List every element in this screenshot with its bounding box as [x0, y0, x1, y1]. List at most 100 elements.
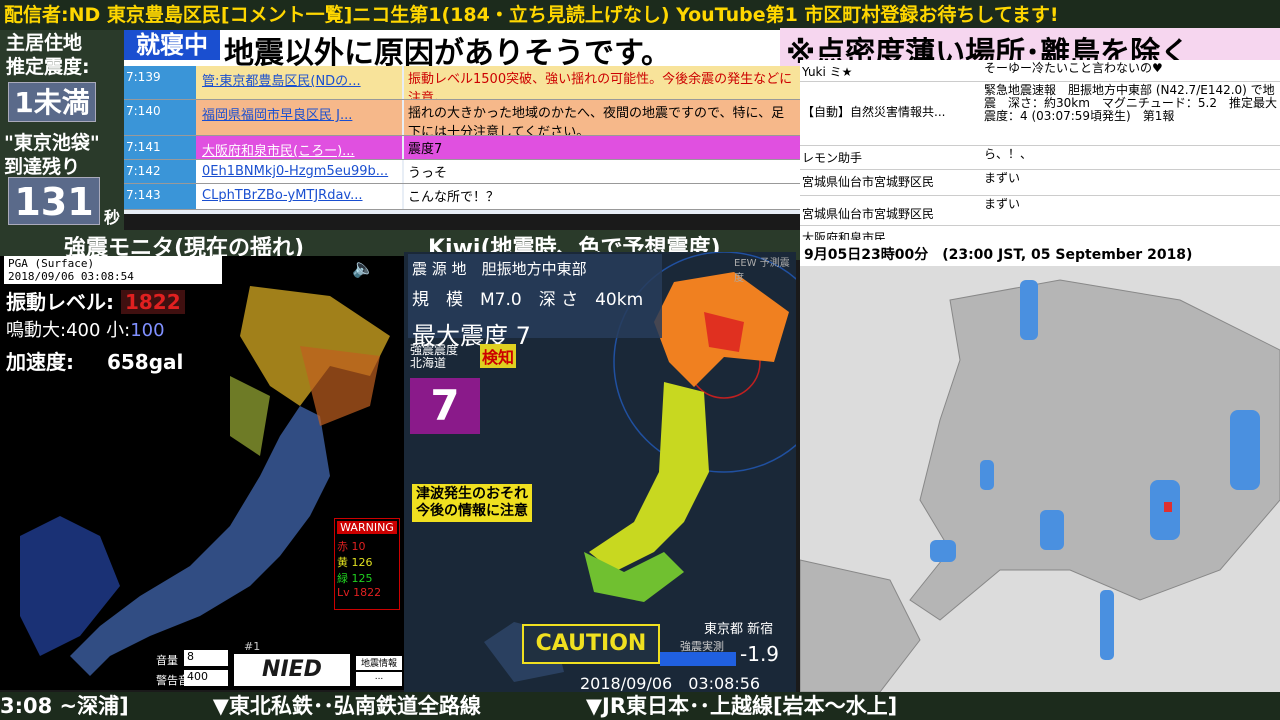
- accel-value: 658gal: [106, 350, 184, 374]
- pga-header: PGA (Surface) 2018/09/06 03:08:54: [4, 256, 222, 284]
- list-item[interactable]: 大阪府和泉市民: [800, 226, 1280, 240]
- measured-bar: [660, 652, 736, 666]
- list-item[interactable]: レモン助手 ら、！、: [800, 146, 1280, 170]
- list-item-text: 緊急地震速報 胆振地方中東部 (N42.7/E142.0) で地震 深さ：約30…: [984, 83, 1277, 123]
- kyoshin-monitor: PGA (Surface) 2018/09/06 03:08:54 🔈 振動レベ…: [0, 256, 404, 690]
- sound-label: 鳴動大:400 小:: [6, 320, 131, 341]
- comment-text: うっそ: [404, 160, 800, 183]
- epicenter-label: 震 源 地: [412, 260, 467, 278]
- kiwi-map: 震 源 地 胆振地方中東部 規 模 M7.0 深 さ 40km 最大震度 7 E…: [404, 252, 796, 692]
- radar-map: [800, 240, 1280, 692]
- list-item-user: 宮城県仙台市宮城野区民: [802, 207, 935, 221]
- magnitude-value: M7.0: [480, 290, 522, 310]
- volume-label: 音量: [156, 654, 178, 667]
- comment-user[interactable]: 0Eh1BNMkj0-Hzgm5eu99b...: [196, 160, 402, 183]
- list-item[interactable]: Yuki ミ★ そーゆー冷たいこと言わないの♥: [800, 60, 1280, 82]
- tsunami-line1: 津波発生のおそれ: [416, 486, 528, 502]
- nied-logo: NIED: [234, 654, 350, 686]
- level-value: 1822: [120, 290, 185, 314]
- comment-text: 震度7: [404, 136, 800, 159]
- list-item[interactable]: 【自動】自然災害情報共... 緊急地震速報 胆振地方中東部 (N42.7/E14…: [800, 82, 1280, 146]
- epicenter-row: 震 源 地 胆振地方中東部: [412, 258, 658, 279]
- speaker-icon[interactable]: 🔈: [352, 258, 374, 279]
- tsunami-line2: 今後の情報に注意: [416, 503, 528, 519]
- list-item-text: まずい: [984, 197, 1021, 211]
- seconds-unit: 秒: [104, 208, 121, 227]
- list-item[interactable]: 宮城県仙台市宮城野区民 まずい: [800, 170, 1280, 196]
- lv-count: Lv 1822: [337, 586, 382, 599]
- kiwi-datetime: 2018/09/06 03:08:56: [580, 674, 761, 692]
- comment-time: 7:142: [124, 160, 196, 183]
- warning-label: WARNING: [337, 521, 397, 534]
- comment-text: 揺れの大きかった地域のかたへ、夜間の地震ですので、特に、足下には十分注意してくだ…: [404, 100, 800, 135]
- right-comment-panel[interactable]: Yuki ミ★ そーゆー冷たいこと言わないの♥ 【自動】自然災害情報共... 緊…: [800, 60, 1280, 240]
- magnitude-row: 規 模 M7.0 深 さ 40km: [412, 285, 658, 310]
- eew-label: EEW 予測震度: [734, 258, 790, 284]
- pref-label: 強震震度 北海道: [410, 343, 459, 370]
- accel-label: 加速度:: [6, 350, 74, 374]
- location-label: "東京池袋": [4, 132, 100, 154]
- sleep-status: 就寝中: [124, 30, 220, 60]
- comment-time: 7:139: [124, 66, 196, 99]
- measured-value: -1.9: [740, 642, 780, 666]
- intensity-box: 1未満: [8, 82, 96, 122]
- level-row: 振動レベル: 1822: [6, 286, 185, 315]
- earthquake-info-button[interactable]: 地震情報: [356, 656, 402, 670]
- arrival-label: 到達残り: [4, 156, 81, 178]
- comment-row[interactable]: 7:140 福岡県福岡市早良区民 J... 揺れの大きかった地域のかたへ、夜間の…: [124, 100, 800, 136]
- warning-box: WARNING 赤 10 黄 126 緑 125 Lv 1822: [334, 518, 400, 610]
- volume-select[interactable]: 8: [184, 650, 228, 666]
- detect-badge: 検知: [480, 344, 517, 368]
- list-item-user: 【自動】自然災害情報共...: [802, 105, 946, 119]
- comment-row[interactable]: 7:141 大阪府和泉市民(ころー)... 震度7: [124, 136, 800, 160]
- comment-row[interactable]: 7:142 0Eh1BNMkj0-Hzgm5eu99b... うっそ: [124, 160, 800, 184]
- comment-time: 7:141: [124, 136, 196, 159]
- top-ticker: 配信者:ND 東京豊島区民[コメント一覧]ニコ生第1(184・立ち見読上げなし)…: [0, 0, 1280, 30]
- sound-row: 鳴動大:400 小:100: [6, 316, 165, 342]
- list-item[interactable]: 宮城県仙台市宮城野区民 まずい: [800, 196, 1280, 226]
- depth-value: 40km: [595, 290, 644, 310]
- comment-text: 振動レベル1500突破、強い揺れの可能性。今後余震の発生などに注意。: [404, 66, 800, 99]
- bottom-ticker: 3:08 ~深浦] ▼東北私鉄･･弘南鉄道全路線 ▼JR東日本･･上越線[岩本～…: [0, 692, 1280, 720]
- accel-row: 加速度: 658gal: [6, 346, 183, 375]
- level-label: 振動レベル:: [6, 290, 114, 314]
- caution-badge: CAUTION: [522, 624, 660, 664]
- list-item-user: レモン助手: [802, 151, 863, 165]
- list-item-text: まずい: [984, 171, 1021, 185]
- red-count: 赤 10: [337, 540, 366, 553]
- magnitude-label: 規 模: [412, 290, 463, 310]
- comment-list[interactable]: 7:139 管:東京都豊島区民(NDの... 振動レベル1500突破、強い揺れの…: [124, 66, 800, 214]
- estimated-intensity-label: 推定震度:: [6, 56, 90, 78]
- alert-select[interactable]: 400: [184, 670, 228, 686]
- list-item-user: Yuki ミ★: [802, 65, 853, 79]
- comment-time: 7:140: [124, 100, 196, 135]
- place-label: 東京都 新宿: [704, 622, 774, 637]
- countdown-box: 131: [8, 177, 100, 225]
- comment-user[interactable]: 管:東京都豊島区民(NDの...: [196, 66, 402, 99]
- hokkaido-radar-map: [800, 279, 1280, 692]
- monitor-datetime: 2018/09/06 03:08:54: [8, 270, 134, 283]
- comment-text: こんな所で！？: [404, 184, 800, 209]
- radar-header: 9月05日23時00分 (23:00 JST, 05 September 201…: [800, 240, 1280, 266]
- hash-label: #1: [244, 640, 261, 653]
- list-item-user: 大阪府和泉市民: [802, 231, 887, 240]
- pga-label: PGA (Surface): [8, 257, 95, 270]
- depth-label: 深 さ: [538, 290, 579, 310]
- list-item-text: ら、！、: [984, 147, 1033, 161]
- epicenter-panel: 震 源 地 胆振地方中東部 規 模 M7.0 深 さ 40km 最大震度 7: [408, 254, 662, 350]
- comment-row[interactable]: 7:143 CLphTBrZBo-yMTJRdav... こんな所で！？: [124, 184, 800, 210]
- comment-row[interactable]: 7:139 管:東京都豊島区民(NDの... 振動レベル1500突破、強い揺れの…: [124, 66, 800, 100]
- comment-user[interactable]: 大阪府和泉市民(ころー)...: [196, 136, 402, 159]
- comment-user[interactable]: 福岡県福岡市早良区民 J...: [196, 100, 402, 135]
- list-item-text: そーゆー冷たいこと言わないの♥: [984, 61, 1163, 75]
- tsunami-warning: 津波発生のおそれ 今後の情報に注意: [412, 484, 532, 522]
- comment-user[interactable]: CLphTBrZBo-yMTJRdav...: [196, 184, 402, 209]
- other-button[interactable]: ...: [356, 672, 402, 686]
- yellow-count: 黄 126: [337, 556, 373, 569]
- intensity-badge: 7: [410, 378, 480, 434]
- residence-label: 主居住地: [6, 32, 83, 54]
- green-count: 緑 125: [337, 572, 373, 585]
- sound-small-value: 100: [130, 320, 165, 341]
- epicenter-value: 胆振地方中東部: [481, 260, 587, 278]
- list-item-user: 宮城県仙台市宮城野区民: [802, 175, 935, 189]
